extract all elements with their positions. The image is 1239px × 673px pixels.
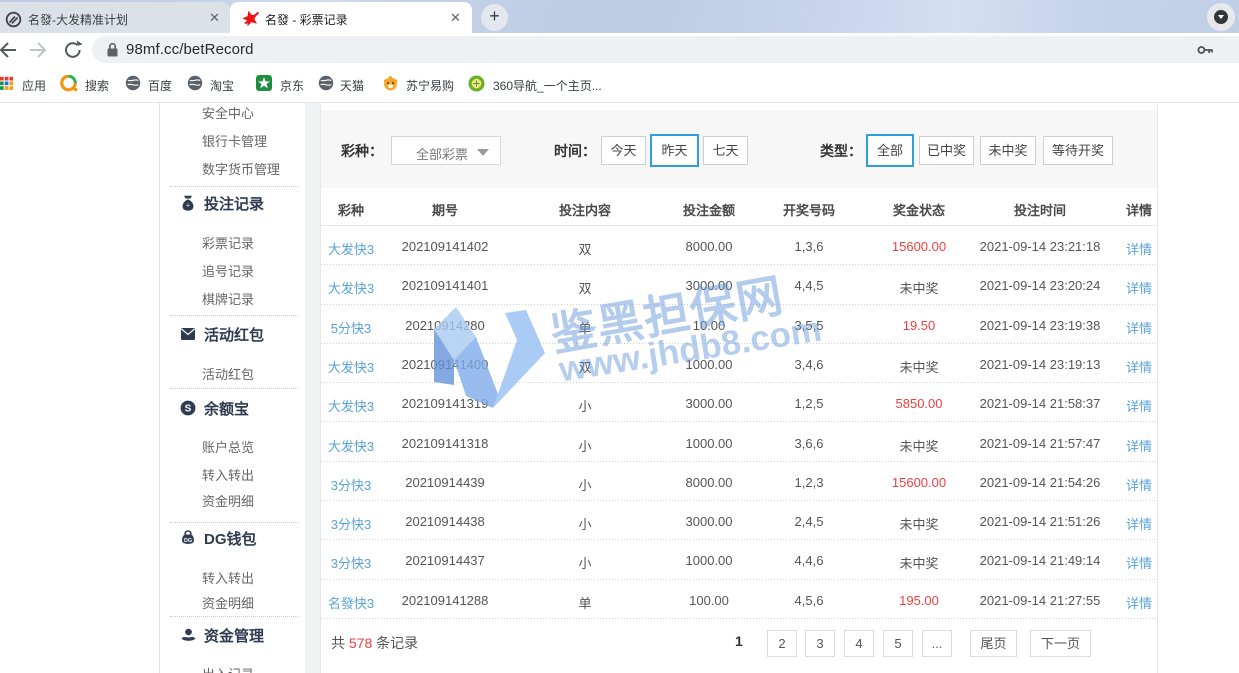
svg-text:S: S	[185, 403, 192, 414]
svg-text:DG: DG	[184, 538, 192, 544]
svg-text:+: +	[186, 203, 190, 210]
